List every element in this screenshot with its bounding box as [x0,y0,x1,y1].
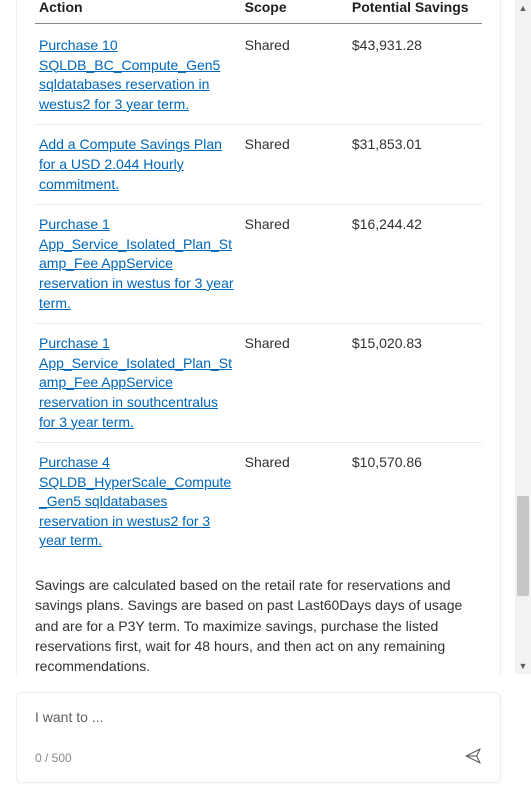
scroll-down-icon[interactable]: ▼ [515,658,531,674]
table-row: Purchase 10 SQLDB_BC_Compute_Gen5 sqldat… [35,24,482,125]
scope-cell: Shared [241,324,348,443]
savings-cell: $15,020.83 [348,324,482,443]
header-action: Action [35,0,241,24]
header-scope: Scope [241,0,348,24]
table-row: Purchase 1 App_Service_Isolated_Plan_Sta… [35,205,482,324]
action-link[interactable]: Add a Compute Savings Plan for a USD 2.0… [39,136,222,191]
action-link[interactable]: Purchase 1 App_Service_Isolated_Plan_Sta… [39,216,234,310]
scrollbar[interactable]: ▲ ▼ [515,0,531,674]
savings-cell: $16,244.42 [348,205,482,324]
prompt-input[interactable] [35,709,482,725]
table-row: Add a Compute Savings Plan for a USD 2.0… [35,125,482,205]
scope-cell: Shared [241,205,348,324]
char-counter: 0 / 500 [35,751,72,765]
prompt-input-card: 0 / 500 [16,692,501,783]
table-row: Purchase 4 SQLDB_HyperScale_Compute_Gen5… [35,443,482,561]
recommendations-card: Action Scope Potential Savings Purchase … [16,0,501,674]
savings-cell: $31,853.01 [348,125,482,205]
scope-cell: Shared [241,24,348,125]
recommendations-table: Action Scope Potential Savings Purchase … [35,0,482,561]
savings-cell: $10,570.86 [348,443,482,561]
scope-cell: Shared [241,125,348,205]
table-row: Purchase 1 App_Service_Isolated_Plan_Sta… [35,324,482,443]
scroll-up-icon[interactable]: ▲ [515,0,531,16]
header-savings: Potential Savings [348,0,482,24]
scope-cell: Shared [241,443,348,561]
savings-footnote: Savings are calculated based on the reta… [35,575,482,674]
send-icon[interactable] [464,747,482,768]
scrollbar-thumb[interactable] [517,496,529,596]
action-link[interactable]: Purchase 10 SQLDB_BC_Compute_Gen5 sqldat… [39,37,220,112]
scrollbar-track[interactable] [515,16,531,658]
action-link[interactable]: Purchase 1 App_Service_Isolated_Plan_Sta… [39,335,232,429]
action-link[interactable]: Purchase 4 SQLDB_HyperScale_Compute_Gen5… [39,454,231,548]
savings-cell: $43,931.28 [348,24,482,125]
